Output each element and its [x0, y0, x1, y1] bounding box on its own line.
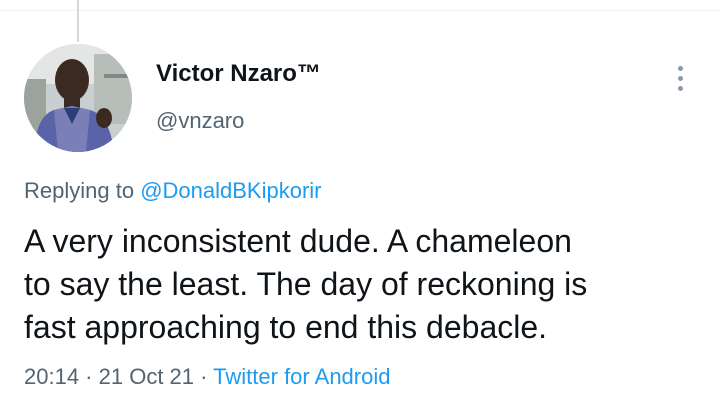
reply-mention-link[interactable]: @DonaldBKipkorir: [140, 178, 321, 203]
meta-separator: ·: [194, 364, 214, 389]
vertical-ellipsis-icon: [677, 65, 683, 71]
thread-connector-line: [77, 0, 79, 42]
tweet-text: A very inconsistent dude. A chameleon to…: [24, 220, 704, 349]
tweet-metadata: 20:14 · 21 Oct 21 · Twitter for Android: [24, 364, 390, 390]
vertical-ellipsis-icon: [677, 85, 683, 91]
replying-to-label: Replying to: [24, 178, 141, 203]
tweet-text-line: fast approaching to end this debacle.: [24, 309, 548, 345]
tweet-source-link[interactable]: Twitter for Android: [213, 364, 390, 389]
vertical-ellipsis-icon: [677, 75, 683, 81]
meta-separator: ·: [79, 364, 99, 389]
top-divider: [0, 10, 720, 11]
author-display-name[interactable]: Victor Nzaro™: [156, 60, 321, 88]
tweet-text-line: A very inconsistent dude. A chameleon: [24, 223, 572, 259]
more-options-button[interactable]: [664, 58, 696, 98]
tweet-time[interactable]: 20:14: [24, 364, 79, 389]
author-handle[interactable]: @vnzaro: [156, 108, 244, 134]
tweet-text-line: to say the least. The day of reckoning i…: [24, 266, 588, 302]
tweet-date[interactable]: 21 Oct 21: [99, 364, 194, 389]
replying-to: Replying to @DonaldBKipkorir: [24, 178, 321, 204]
profile-photo: [24, 44, 132, 152]
avatar[interactable]: [24, 44, 132, 152]
